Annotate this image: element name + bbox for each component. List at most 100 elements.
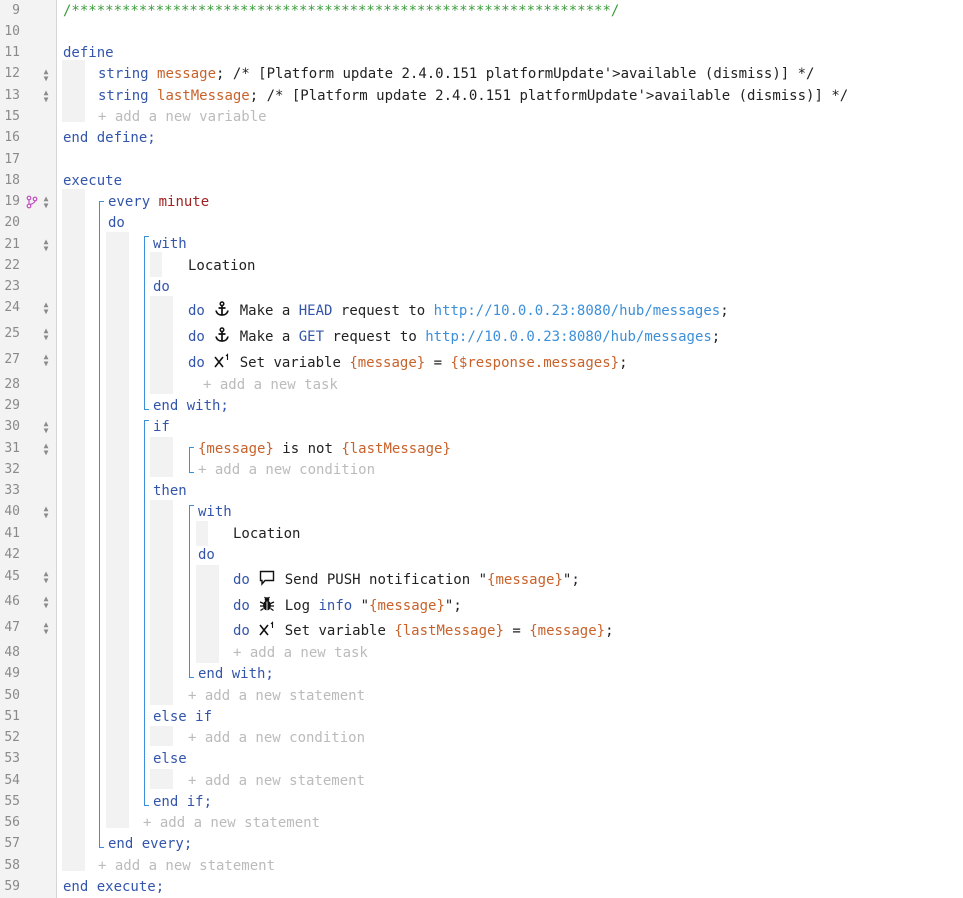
move-handle-icon[interactable]: ▲ ▼ xyxy=(40,301,52,318)
indent-guide xyxy=(196,521,208,546)
if-keyword[interactable]: if xyxy=(153,417,170,437)
device-location[interactable]: Location xyxy=(188,256,255,276)
block-bracket xyxy=(144,805,149,806)
with-keyword[interactable]: with xyxy=(198,502,232,522)
line-number: 27 xyxy=(4,352,20,367)
move-handle-icon[interactable]: ▲ ▼ xyxy=(40,89,52,106)
with-keyword[interactable]: with xyxy=(153,234,187,254)
add-statement-link[interactable]: + add a new statement xyxy=(188,686,365,706)
move-handle-icon[interactable]: ▲ ▼ xyxy=(40,595,52,612)
line-number: 57 xyxy=(4,836,20,851)
equals-sign: = xyxy=(512,623,521,639)
then-keyword: then xyxy=(153,483,187,499)
request-url[interactable]: http://10.0.0.23:8080/hub/messages xyxy=(425,329,712,345)
log-level[interactable]: info xyxy=(318,598,352,614)
move-handle-icon[interactable]: ▲ ▼ xyxy=(40,505,52,522)
indent-guide xyxy=(150,252,162,277)
branch-icon[interactable] xyxy=(26,195,38,209)
task-action: Log xyxy=(284,598,311,614)
http-method[interactable]: HEAD xyxy=(299,303,333,319)
condition-right-operand[interactable]: {lastMessage} xyxy=(341,441,451,457)
header-comment: /***************************************… xyxy=(63,3,620,19)
condition-operator[interactable]: is not xyxy=(282,441,333,457)
equals-sign: = xyxy=(433,355,443,371)
task-get-request[interactable]: do Make a GET request to http://10.0.0.2… xyxy=(188,327,720,347)
task-log[interactable]: do Log info "{message}"; xyxy=(233,596,462,616)
indent-guide xyxy=(150,500,173,705)
bug-icon xyxy=(258,596,276,616)
variable-declaration[interactable]: string lastMessage; /* [Platform update … xyxy=(98,86,848,106)
line-number: 18 xyxy=(4,173,20,188)
add-statement-link[interactable]: + add a new statement xyxy=(188,771,365,791)
add-variable-link[interactable]: + add a new variable xyxy=(98,107,267,127)
task-set-variable[interactable]: do Set variable {lastMessage} = {message… xyxy=(233,621,614,641)
http-method[interactable]: GET xyxy=(299,329,324,345)
line-number: 25 xyxy=(4,326,20,341)
target-variable[interactable]: {lastMessage} xyxy=(394,623,504,639)
add-condition-link[interactable]: + add a new condition xyxy=(198,460,375,480)
task-action: Make a xyxy=(239,329,291,345)
notification-message[interactable]: {message} xyxy=(487,572,563,588)
line-number: 10 xyxy=(4,24,20,39)
else-if-keyword[interactable]: else if xyxy=(153,707,212,727)
line-number: 50 xyxy=(4,688,20,703)
add-condition-link[interactable]: + add a new condition xyxy=(188,728,365,748)
add-statement-link[interactable]: + add a new statement xyxy=(98,856,275,876)
add-task-link[interactable]: + add a new task xyxy=(233,643,368,663)
request-url[interactable]: http://10.0.0.23:8080/hub/messages xyxy=(434,303,721,319)
variable-name[interactable]: message xyxy=(157,66,216,82)
variable-declaration[interactable]: string message; /* [Platform update 2.4.… xyxy=(98,64,814,84)
block-bracket xyxy=(144,409,149,410)
variable-name[interactable]: lastMessage xyxy=(157,88,250,104)
move-handle-icon[interactable]: ▲ ▼ xyxy=(40,195,52,212)
move-handle-icon[interactable]: ▲ ▼ xyxy=(40,327,52,344)
line-number: 12 xyxy=(4,66,20,81)
variable-x1-icon xyxy=(258,621,276,641)
end-with-keyword: end with; xyxy=(153,398,229,414)
indent-guide xyxy=(196,565,219,663)
add-statement-link[interactable]: + add a new statement xyxy=(143,813,320,833)
line-number: 11 xyxy=(4,45,20,60)
move-handle-icon[interactable]: ▲ ▼ xyxy=(40,353,52,370)
task-set-variable[interactable]: do Set variable {message} = {$response.m… xyxy=(188,353,628,373)
move-handle-icon[interactable]: ▲ ▼ xyxy=(40,238,52,255)
do-keyword: do xyxy=(153,279,170,295)
type-keyword: string xyxy=(98,66,149,82)
do-keyword: do xyxy=(233,572,250,588)
end-define-keyword[interactable]: end define; xyxy=(63,128,156,148)
block-bracket xyxy=(189,472,194,473)
every-keyword: every xyxy=(108,194,151,210)
move-handle-icon[interactable]: ▲ ▼ xyxy=(40,442,52,459)
line-number: 22 xyxy=(4,258,20,273)
device-location[interactable]: Location xyxy=(233,524,300,544)
log-message[interactable]: {message} xyxy=(369,598,445,614)
execute-keyword[interactable]: execute xyxy=(63,171,122,191)
every-statement[interactable]: every minute xyxy=(108,192,209,212)
indent-guide xyxy=(150,769,173,789)
move-handle-icon[interactable]: ▲ ▼ xyxy=(40,621,52,638)
line-number: 32 xyxy=(4,462,20,477)
target-variable[interactable]: {message} xyxy=(349,355,425,371)
interval-value[interactable]: minute xyxy=(159,194,210,210)
line-number: 56 xyxy=(4,815,20,830)
move-handle-icon[interactable]: ▲ ▼ xyxy=(40,68,52,85)
condition[interactable]: {message} is not {lastMessage} xyxy=(198,439,451,459)
task-action: Set variable xyxy=(284,623,386,639)
else-keyword[interactable]: else xyxy=(153,749,187,769)
task-head-request[interactable]: do Make a HEAD request to http://10.0.0.… xyxy=(188,301,729,321)
condition-left-operand[interactable]: {message} xyxy=(198,441,274,457)
block-bracket xyxy=(99,201,100,847)
define-keyword[interactable]: define xyxy=(63,43,114,63)
indent-guide xyxy=(150,437,173,477)
task-push-notification[interactable]: do Send PUSH notification "{message}"; xyxy=(233,570,580,590)
line-number: 17 xyxy=(4,152,20,167)
line-number: 53 xyxy=(4,751,20,766)
move-handle-icon[interactable]: ▲ ▼ xyxy=(40,570,52,587)
add-task-link[interactable]: + add a new task xyxy=(203,375,338,395)
move-handle-icon[interactable]: ▲ ▼ xyxy=(40,420,52,437)
line-number: 21 xyxy=(4,237,20,252)
line-number: 30 xyxy=(4,419,20,434)
assigned-value[interactable]: {message} xyxy=(529,623,605,639)
line-number: 58 xyxy=(4,858,20,873)
assigned-value[interactable]: {$response.messages} xyxy=(451,355,620,371)
